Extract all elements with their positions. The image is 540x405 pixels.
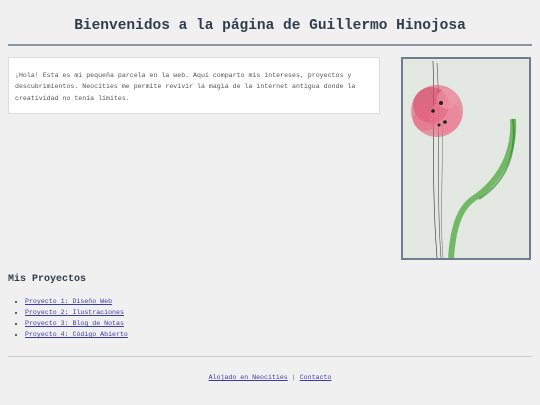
- project-link-4[interactable]: Proyecto 4: Código Abierto: [25, 331, 128, 338]
- intro-card: ¡Hola! Esta es mi pequeña parcela en la …: [8, 57, 380, 114]
- list-item: Proyecto 4: Código Abierto: [25, 329, 128, 340]
- list-item: Proyecto 1: Diseño Web: [25, 296, 128, 307]
- page-header: Bienvenidos a la página de Guillermo Hin…: [8, 0, 532, 46]
- contact-link[interactable]: Contacto: [300, 374, 332, 381]
- project-link-3[interactable]: Proyecto 3: Blog de Notas: [25, 320, 124, 327]
- intro-text: ¡Hola! Esta es mi pequeña parcela en la …: [15, 72, 356, 102]
- footer-separator: |: [291, 374, 296, 381]
- footer-line: Alojado en Neocities | Contacto: [8, 374, 532, 381]
- project-link-2[interactable]: Proyecto 2: Ilustraciones: [25, 309, 124, 316]
- page-footer: Alojado en Neocities | Contacto: [8, 356, 532, 381]
- project-link-1[interactable]: Proyecto 1: Diseño Web: [25, 298, 112, 305]
- list-item: Proyecto 3: Blog de Notas: [25, 318, 128, 329]
- projects-list: Proyecto 1: Diseño Web Proyecto 2: Ilust…: [18, 296, 128, 340]
- neocities-link[interactable]: Alojado en Neocities: [209, 374, 288, 381]
- flower-painting-svg: [403, 59, 529, 258]
- projects-heading: Mis Proyectos: [8, 274, 87, 285]
- list-item: Proyecto 2: Ilustraciones: [25, 307, 128, 318]
- page-title: Bienvenidos a la página de Guillermo Hin…: [74, 18, 466, 34]
- flower-painting-image: [401, 57, 531, 260]
